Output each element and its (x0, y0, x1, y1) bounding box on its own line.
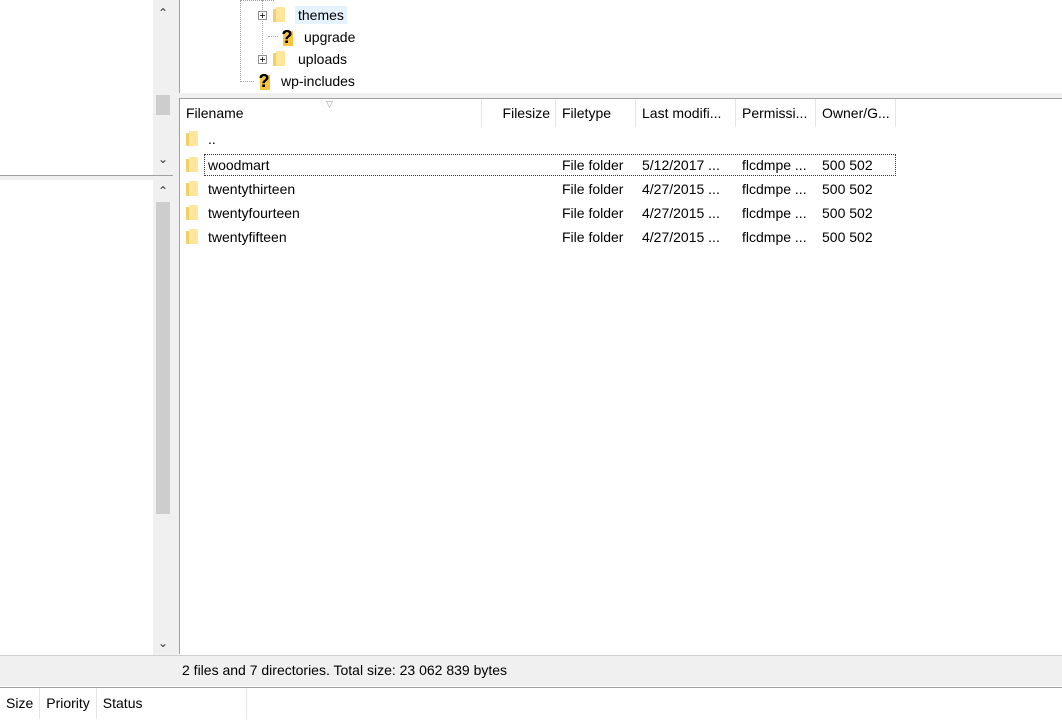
folder-icon (186, 205, 200, 221)
expand-icon[interactable] (258, 54, 267, 64)
scrollbar-thumb[interactable] (156, 95, 170, 115)
table-row[interactable]: .. (180, 127, 1062, 151)
column-label: Owner/G... (822, 105, 890, 121)
owner-cell: 500 502 (822, 205, 873, 221)
transfer-queue[interactable]: Size Priority Status (0, 687, 1062, 726)
folder-icon (186, 181, 200, 197)
tree-line (240, 81, 254, 82)
filename-text: .. (208, 131, 216, 147)
column-label: Filesize (502, 105, 550, 121)
permissions-cell: flcdmpe ... (742, 205, 807, 221)
scroll-down-icon[interactable]: ⌄ (153, 150, 173, 168)
folder-icon (273, 51, 287, 67)
scrollbar-thumb[interactable] (156, 202, 170, 514)
filename-text: twentyfourteen (208, 205, 300, 221)
filetype-cell: File folder (562, 205, 624, 221)
column-header-owner-group[interactable]: Owner/G... (816, 99, 896, 127)
column-label: Filetype (562, 105, 612, 121)
filename-text: twentyfifteen (208, 229, 287, 245)
filetype-cell: File folder (562, 229, 624, 245)
folder-icon (186, 229, 200, 245)
modified-cell: 4/27/2015 ... (642, 181, 720, 197)
local-files-scrollbar[interactable]: ⌃ ⌄ (153, 180, 173, 655)
remote-tree-panel[interactable]: themes ? upgrade uploads ? wp-includes (179, 0, 1062, 93)
filename-cell: .. (180, 127, 556, 151)
tree-item-label: wp-includes (281, 73, 355, 89)
column-label: Permissi... (742, 105, 808, 121)
queue-header: Size Priority Status (0, 688, 1062, 719)
tree-item-upgrade[interactable]: ? upgrade (279, 26, 358, 48)
filename-cell: twentyfifteen (180, 225, 482, 249)
filename-text: twentythirteen (208, 181, 296, 197)
scroll-up-icon[interactable]: ⌃ (153, 182, 173, 200)
column-label: Filename (186, 105, 244, 121)
tree-item-wp-includes[interactable]: ? wp-includes (256, 70, 358, 92)
column-header-last-modified[interactable]: Last modifi... (636, 99, 736, 127)
tree-item-label: themes (295, 6, 347, 24)
owner-cell: 500 502 (822, 229, 873, 245)
column-label: Last modifi... (642, 105, 722, 121)
tree-item-label: upgrade (304, 29, 356, 45)
modified-cell: 4/27/2015 ... (642, 205, 720, 221)
local-file-panel[interactable]: ⌃ ⌄ (0, 180, 173, 655)
local-tree-scrollbar[interactable]: ⌃ ⌄ (153, 0, 173, 175)
filename-cell: twentyfourteen (180, 201, 482, 225)
file-list-header: Filename ▽ Filesize Filetype Last modifi… (180, 99, 1062, 127)
local-tree-panel[interactable]: ⌃ ⌄ (0, 0, 173, 175)
filename-cell: twentythirteen (180, 177, 482, 201)
column-header-filename[interactable]: Filename ▽ (180, 99, 482, 127)
column-header-permissions[interactable]: Permissi... (736, 99, 816, 127)
permissions-cell: flcdmpe ... (742, 181, 807, 197)
filesize-cell (482, 225, 556, 249)
queue-column-priority[interactable]: Priority (40, 688, 97, 719)
question-icon: ? (279, 28, 295, 46)
table-row[interactable]: twentyfifteen File folder 4/27/2015 ... … (180, 225, 1062, 249)
owner-cell: 500 502 (822, 181, 873, 197)
tree-item-label: uploads (298, 51, 348, 67)
column-header-filetype[interactable]: Filetype (556, 99, 636, 127)
queue-column-size[interactable]: Size (0, 688, 41, 719)
question-icon: ? (256, 72, 272, 90)
scroll-down-icon[interactable]: ⌄ (153, 634, 173, 652)
tree-line (240, 0, 241, 82)
filesize-cell (482, 177, 556, 201)
local-status-bar (0, 655, 179, 686)
focus-rectangle (204, 154, 896, 176)
table-row[interactable]: woodmart File folder 5/12/2017 ... flcdm… (180, 153, 1062, 177)
scroll-up-icon[interactable]: ⌃ (153, 4, 173, 22)
filetype-cell: File folder (562, 181, 624, 197)
tree-item-uploads[interactable]: uploads (258, 48, 350, 70)
status-summary: 2 files and 7 directories. Total size: 2… (182, 662, 508, 678)
remote-file-list[interactable]: Filename ▽ Filesize Filetype Last modifi… (179, 99, 1062, 654)
folder-icon (273, 7, 287, 23)
remote-status-bar: 2 files and 7 directories. Total size: 2… (179, 655, 1062, 686)
expand-icon[interactable] (258, 10, 267, 20)
queue-column-status[interactable]: Status (97, 688, 247, 719)
folder-icon (186, 131, 200, 147)
table-row[interactable]: twentyfourteen File folder 4/27/2015 ...… (180, 201, 1062, 225)
tree-line (268, 36, 278, 37)
permissions-cell: flcdmpe ... (742, 229, 807, 245)
column-header-filesize[interactable]: Filesize (482, 99, 556, 127)
folder-icon (186, 157, 200, 173)
sort-indicator-icon: ▽ (326, 99, 333, 109)
table-row[interactable]: twentythirteen File folder 4/27/2015 ...… (180, 177, 1062, 201)
filesize-cell (482, 201, 556, 225)
tree-item-themes[interactable]: themes (258, 4, 347, 26)
tree-line (240, 0, 274, 1)
modified-cell: 4/27/2015 ... (642, 229, 720, 245)
